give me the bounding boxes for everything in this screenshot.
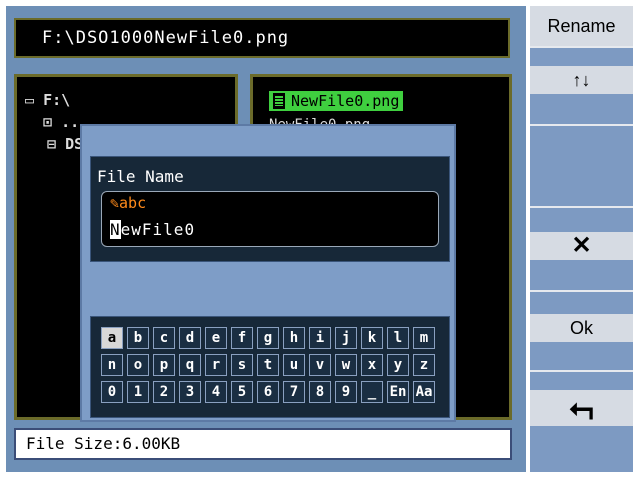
cursor-move-button[interactable]: ↑↓ — [530, 66, 633, 94]
key-i[interactable]: i — [309, 327, 331, 349]
key-a[interactable]: a — [101, 327, 123, 349]
text-cursor: N — [110, 220, 121, 239]
key-2[interactable]: 2 — [153, 381, 175, 403]
key-y[interactable]: y — [387, 354, 409, 376]
scope-screen: F:\DSO1000NewFile0.png ▭ F:\ ⊡ .. ⊟ DS N… — [0, 0, 635, 483]
key-o[interactable]: o — [127, 354, 149, 376]
return-arrow-icon: ⮢ — [569, 391, 594, 424]
softkey-menu: Rename ↑↓ ✕ Ok ⮢ — [530, 6, 633, 472]
path-bar: F:\DSO1000NewFile0.png — [14, 18, 510, 58]
key-c[interactable]: c — [153, 327, 175, 349]
key-aa[interactable]: Aa — [413, 381, 435, 403]
key-m[interactable]: m — [413, 327, 435, 349]
key-k[interactable]: k — [361, 327, 383, 349]
input-mode-indicator: ✎abc — [110, 194, 146, 212]
delete-char-button[interactable]: ✕ — [530, 232, 633, 260]
file-size-status: File Size:6.00KB — [14, 428, 512, 460]
file-item-selected[interactable]: NewFile0.png — [269, 91, 404, 111]
key-9[interactable]: 9 — [335, 381, 357, 403]
key-d[interactable]: d — [179, 327, 201, 349]
drive-item[interactable]: ▭ F:\ — [25, 91, 70, 109]
document-icon — [273, 93, 285, 109]
menu-divider — [530, 124, 633, 126]
key-en[interactable]: En — [387, 381, 409, 403]
key-l[interactable]: l — [387, 327, 409, 349]
key-j[interactable]: j — [335, 327, 357, 349]
folder-up-icon: ⊡ — [43, 113, 53, 131]
rename-dialog: File Name ✎abc NewFile0 abcdefghijklmnop… — [80, 124, 456, 422]
key-7[interactable]: 7 — [283, 381, 305, 403]
ok-button[interactable]: Ok — [530, 314, 633, 342]
key-3[interactable]: 3 — [179, 381, 201, 403]
key-u[interactable]: u — [283, 354, 305, 376]
key-h[interactable]: h — [283, 327, 305, 349]
input-mode-label: abc — [119, 194, 147, 212]
drive-icon: ▭ — [25, 91, 35, 109]
key-6[interactable]: 6 — [257, 381, 279, 403]
key-r[interactable]: r — [205, 354, 227, 376]
key-v[interactable]: v — [309, 354, 331, 376]
key-5[interactable]: 5 — [231, 381, 253, 403]
key-s[interactable]: s — [231, 354, 253, 376]
key-1[interactable]: 1 — [127, 381, 149, 403]
drive-label: F:\ — [43, 91, 71, 109]
menu-divider — [530, 206, 633, 208]
key-_[interactable]: _ — [361, 381, 383, 403]
key-q[interactable]: q — [179, 354, 201, 376]
key-z[interactable]: z — [413, 354, 435, 376]
menu-divider — [530, 290, 633, 292]
filename-text: ewFile0 — [120, 220, 196, 239]
file-name: NewFile0.png — [291, 92, 400, 110]
key-f[interactable]: f — [231, 327, 253, 349]
menu-divider — [530, 370, 633, 372]
pen-icon: ✎ — [110, 194, 120, 212]
menu-title: Rename — [530, 6, 633, 46]
key-t[interactable]: t — [257, 354, 279, 376]
filename-section: File Name ✎abc NewFile0 — [90, 156, 450, 262]
folder-item[interactable]: ⊟ DS — [47, 135, 83, 153]
menu-divider — [530, 46, 633, 48]
key-0[interactable]: 0 — [101, 381, 123, 403]
filename-input[interactable]: ✎abc NewFile0 — [101, 191, 439, 247]
key-8[interactable]: 8 — [309, 381, 331, 403]
key-x[interactable]: x — [361, 354, 383, 376]
key-n[interactable]: n — [101, 354, 123, 376]
folder-open-icon: ⊟ — [47, 135, 57, 153]
key-b[interactable]: b — [127, 327, 149, 349]
key-p[interactable]: p — [153, 354, 175, 376]
back-button[interactable]: ⮢ — [530, 390, 633, 426]
key-w[interactable]: w — [335, 354, 357, 376]
key-g[interactable]: g — [257, 327, 279, 349]
filename-value: NewFile0 — [110, 220, 195, 239]
parent-dir-item[interactable]: ⊡ .. — [43, 113, 79, 131]
key-e[interactable]: e — [205, 327, 227, 349]
on-screen-keyboard: a b c d e f g h i j k l m n o p q r s t u v w x y z 0 1 2 3 4 5 6 7 8 9 _ En A… — [90, 316, 450, 418]
key-4[interactable]: 4 — [205, 381, 227, 403]
parent-dir-label: .. — [61, 113, 80, 131]
filename-label: File Name — [97, 167, 184, 186]
